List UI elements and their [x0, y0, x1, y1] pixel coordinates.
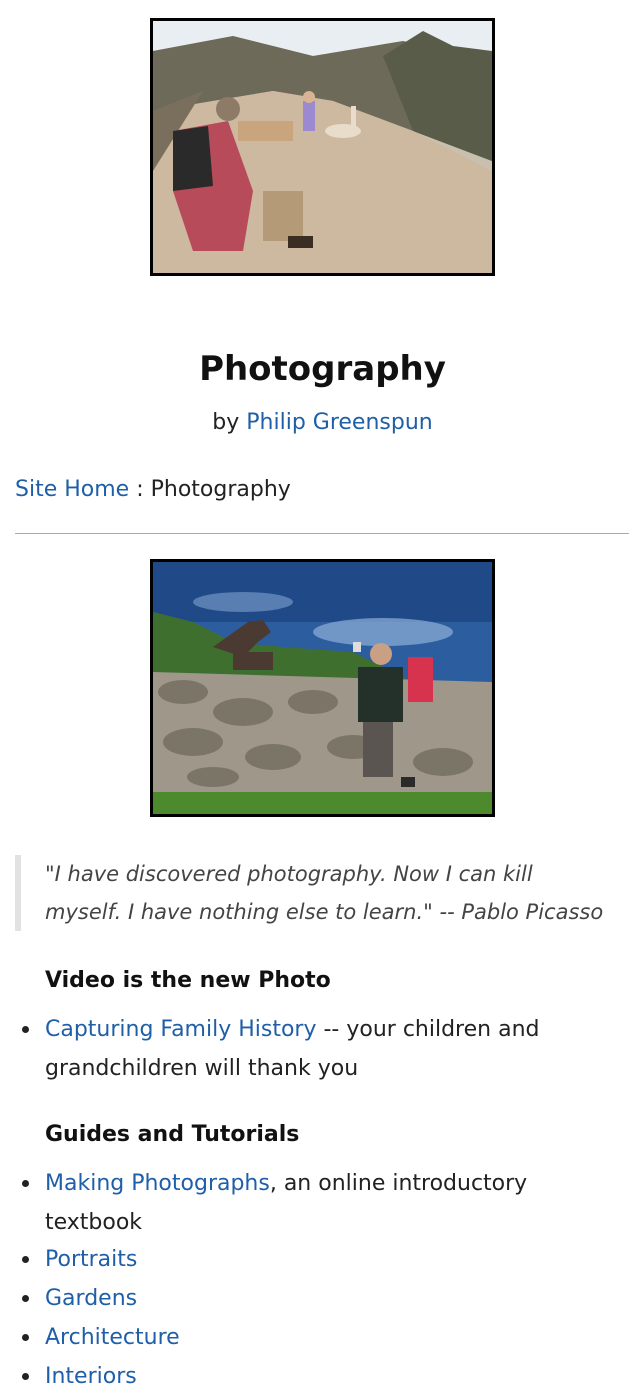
video-list: Capturing Family History -- your childre…: [0, 1010, 620, 1088]
gardens-link[interactable]: Gardens: [45, 1286, 137, 1311]
list-item: Gardens: [0, 1279, 620, 1318]
portraits-link[interactable]: Portraits: [45, 1247, 137, 1272]
architecture-link[interactable]: Architecture: [45, 1325, 180, 1350]
list-item: Portraits: [0, 1240, 620, 1279]
list-item: Making Photographs, an online introducto…: [0, 1164, 620, 1242]
breadcrumb-current: Photography: [150, 477, 291, 502]
byline: by Philip Greenspun: [0, 410, 633, 435]
byline-prefix: by: [212, 410, 247, 435]
list-item: Interiors: [0, 1357, 620, 1396]
page-title: Photography: [199, 349, 446, 389]
list-item: Architecture: [0, 1318, 620, 1357]
breadcrumb-separator: :: [129, 477, 151, 502]
author-link[interactable]: Philip Greenspun: [246, 410, 432, 435]
breadcrumb: Site Home : Photography: [15, 477, 291, 502]
section-heading-video: Video is the new Photo: [45, 968, 331, 993]
interiors-link[interactable]: Interiors: [45, 1364, 137, 1389]
divider: [15, 533, 629, 534]
section-heading-guides: Guides and Tutorials: [45, 1122, 300, 1147]
photo-llama-stone-wall: [150, 559, 495, 817]
guides-list: Making Photographs, an online introducto…: [0, 1164, 620, 1242]
breadcrumb-home-link[interactable]: Site Home: [15, 477, 129, 502]
making-photographs-link[interactable]: Making Photographs: [45, 1171, 270, 1196]
topics-list: Portraits Gardens Architecture Interiors: [0, 1240, 620, 1396]
list-item: Capturing Family History -- your childre…: [0, 1010, 620, 1088]
capturing-family-history-link[interactable]: Capturing Family History: [45, 1017, 317, 1042]
quote-block: "I have discovered photography. Now I ca…: [15, 855, 615, 931]
hero-photo-machu-picchu: [150, 18, 495, 276]
